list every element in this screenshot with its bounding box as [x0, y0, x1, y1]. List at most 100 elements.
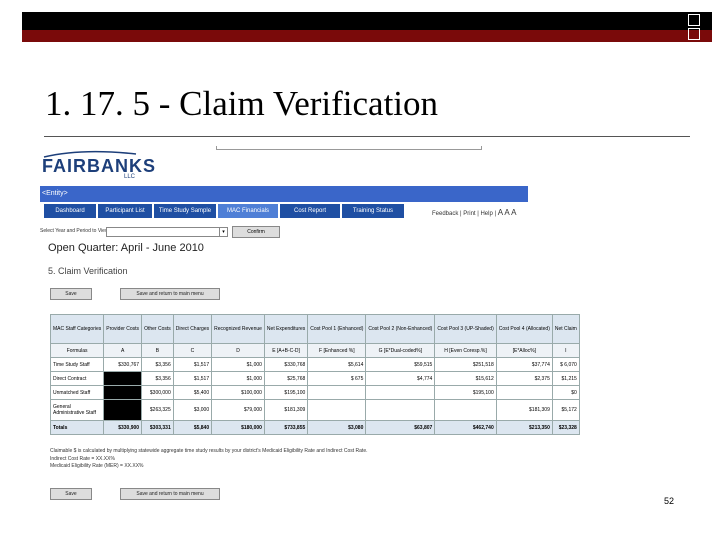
table-cell: $181,309 [263, 399, 309, 421]
table-cell: $63,807 [365, 420, 436, 435]
tab-dashboard[interactable]: Dashboard [44, 204, 96, 218]
period-select[interactable]: ▾ [106, 227, 228, 237]
table-cell: $0 [551, 385, 580, 400]
column-header: Cost Pool 4 (Allocated) [495, 314, 553, 344]
font-size-controls[interactable]: A A A [498, 208, 517, 217]
column-header: Other Costs [141, 314, 174, 344]
table-cell: $195,100 [263, 385, 309, 400]
fairbanks-logo: FAIRBANKS [42, 156, 157, 176]
table-cell: $5,172 [551, 399, 580, 421]
table-cell: Unmatched Staff [49, 385, 105, 400]
chevron-down-icon[interactable]: ▾ [219, 228, 227, 236]
table-cell: $2,375 [495, 371, 553, 386]
column-header: Recognized Revenue [211, 314, 265, 344]
table-cell: [E*Alloc%] [495, 343, 553, 358]
table-cell: $3,080 [307, 420, 367, 435]
embedded-app-screenshot: FAIRBANKS LLC <Entity> Dashboard Partici… [40, 150, 580, 510]
table-cell: $5,614 [307, 357, 367, 372]
table-cell: $3,356 [141, 357, 174, 372]
header-links[interactable]: Feedback | Print | Help | A A A [432, 208, 516, 217]
logo-subtitle: LLC [124, 174, 136, 180]
table-row: Time Study Staff $330,767 $3,356 $1,517 … [49, 357, 580, 372]
column-header: Net Claim [551, 314, 580, 344]
tab-participant-list[interactable]: Participant List [98, 204, 152, 218]
table-cell: $15,612 [434, 371, 497, 386]
column-header: Cost Pool 3 (UP-Shaded) [434, 314, 497, 344]
footnote-indirect-rate: Indirect Cost Rate = XX.XX% [50, 456, 115, 462]
table-cell: D [211, 343, 265, 358]
table-cell: $3,000 [172, 399, 213, 421]
tab-time-study-sample[interactable]: Time Study Sample [154, 204, 216, 218]
table-cell: $462,740 [434, 420, 497, 435]
footnote-claimable: Claimable $ is calculated by multiplying… [50, 448, 368, 454]
nav-bar: Dashboard Participant List Time Study Sa… [40, 204, 528, 220]
column-header: Net Expenditures [263, 314, 309, 344]
save-return-button-bottom[interactable]: Save and return to main menu [120, 488, 220, 500]
table-cell: H [Even Coresp.%] [434, 343, 497, 358]
table-cell: Formulas [49, 343, 105, 358]
table-cell: $263,325 [141, 399, 174, 421]
entity-bar: <Entity> [40, 186, 528, 202]
table-cell: $1,215 [551, 371, 580, 386]
confirm-button[interactable]: Confirm [232, 226, 280, 238]
redacted-cell [103, 371, 143, 386]
period-select-label: Select Year and Period to View [40, 228, 109, 234]
tab-mac-financials[interactable]: MAC Financials [218, 204, 278, 218]
header-bar-red [22, 30, 712, 42]
table-cell: Direct Contract [49, 371, 105, 386]
table-cell: $180,000 [211, 420, 265, 435]
page-number: 52 [664, 496, 675, 506]
save-button[interactable]: Save [50, 288, 92, 300]
table-cell: $1,000 [211, 371, 265, 386]
table-cell: $100,000 [211, 385, 265, 400]
column-header: Provider Costs [103, 314, 143, 344]
table-cell [495, 385, 553, 400]
table-cell: F [Enhanced %] [307, 343, 367, 358]
table-cell: $ 6,070 [551, 357, 580, 372]
table-cell: $733,855 [263, 420, 309, 435]
table-header-row: MAC Staff Categories Provider Costs Othe… [49, 314, 580, 344]
table-cell [307, 385, 367, 400]
table-cell: $303,331 [141, 420, 174, 435]
footnote-mer: Medicaid Eligibility Rate (MER) = XX.XX% [50, 463, 144, 469]
redacted-cell [103, 385, 143, 400]
table-cell: $213,350 [495, 420, 553, 435]
table-cell: $37,774 [495, 357, 553, 372]
table-cell: $181,309 [495, 399, 553, 421]
redacted-cell [103, 399, 143, 421]
table-cell: $ 675 [307, 371, 367, 386]
totals-row: Totals $330,900 $303,331 $5,840 $180,000… [49, 420, 580, 435]
corner-square-icon [688, 28, 700, 40]
open-quarter-heading: Open Quarter: April - June 2010 [48, 242, 204, 254]
table-cell: $251,518 [434, 357, 497, 372]
table-cell [434, 399, 497, 421]
table-cell: C [172, 343, 213, 358]
formula-row: Formulas A B C D E [A+B-C-D] F [Enhanced… [49, 343, 580, 358]
table-cell: $1,517 [172, 371, 213, 386]
tab-training-status[interactable]: Training Status [342, 204, 404, 218]
tab-cost-report[interactable]: Cost Report [280, 204, 340, 218]
table-cell: $5,400 [172, 385, 213, 400]
table-cell: $3,356 [141, 371, 174, 386]
table-cell: $59,515 [365, 357, 436, 372]
table-cell [307, 399, 367, 421]
table-cell [365, 399, 436, 421]
table-cell: $79,000 [211, 399, 265, 421]
claim-table: MAC Staff Categories Provider Costs Othe… [49, 314, 580, 435]
table-cell: $4,774 [365, 371, 436, 386]
table-cell: $195,100 [434, 385, 497, 400]
table-cell: Totals [49, 420, 105, 435]
save-return-button[interactable]: Save and return to main menu [120, 288, 220, 300]
table-cell: $300,000 [141, 385, 174, 400]
title-divider [44, 136, 690, 137]
column-header: MAC Staff Categories [49, 314, 105, 344]
table-cell: $23,328 [551, 420, 580, 435]
slide-title: 1. 17. 5 - Claim Verification [45, 84, 439, 123]
table-cell: General Administrative Staff [49, 399, 105, 421]
feedback-links[interactable]: Feedback | Print | Help | [432, 211, 496, 217]
table-cell: $330,767 [103, 357, 143, 372]
table-row: General Administrative Staff $263,325 $3… [49, 399, 580, 421]
save-button-bottom[interactable]: Save [50, 488, 92, 500]
table-cell: $1,517 [172, 357, 213, 372]
table-cell: $5,840 [172, 420, 213, 435]
